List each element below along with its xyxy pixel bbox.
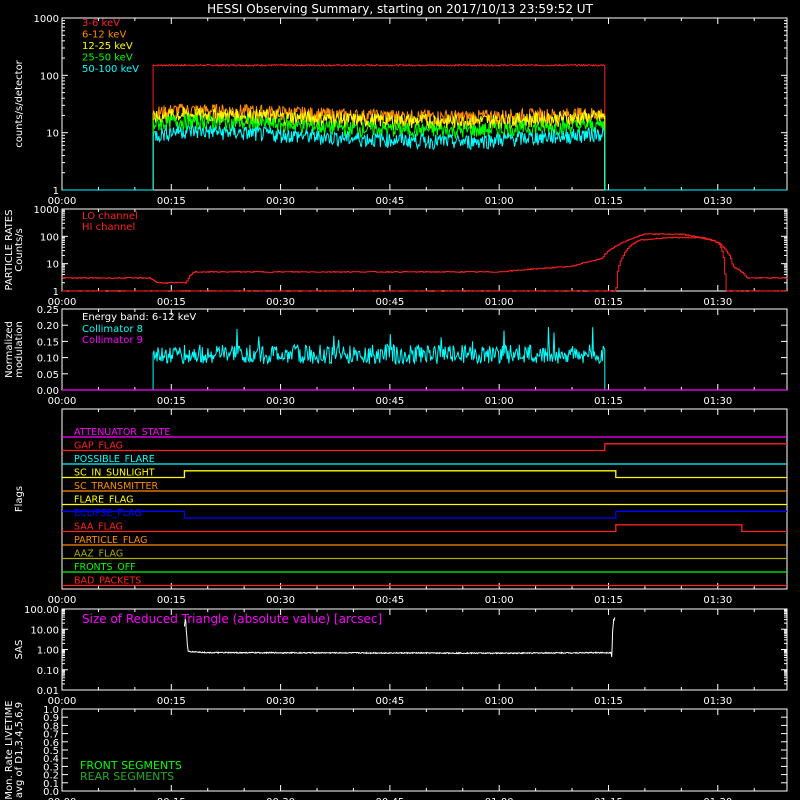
legend-entry: 25-50 keV [82, 53, 133, 64]
x-tick-label: 00:30 [266, 196, 295, 207]
flag-label: AAZ_FLAG [74, 549, 123, 560]
x-tick-label: 01:00 [485, 297, 514, 308]
y-tick-label: 1 [53, 186, 59, 197]
x-tick-label: 00:30 [266, 396, 295, 407]
x-tick-label: 00:15 [157, 696, 186, 707]
flag-label: ECLIPSE_FLAG [74, 508, 142, 519]
x-tick-label: 00:30 [266, 595, 295, 606]
flag-label: SC_TRANSMITTER [74, 481, 159, 492]
x-tick-label: 01:15 [594, 297, 623, 308]
flag-label: ATTENUATOR_STATE [74, 427, 170, 438]
x-tick-label: 01:15 [594, 196, 623, 207]
x-tick-label: 00:45 [375, 196, 404, 207]
y-axis-label: avg of D1,3,4,5,6,9 [14, 702, 25, 798]
y-tick-label: 0.20 [37, 321, 59, 332]
flag-label: SC_IN_SUNLIGHT [74, 468, 155, 479]
x-tick-label: 00:30 [266, 696, 295, 707]
x-tick-label: 00:15 [157, 196, 186, 207]
y-tick-label: 0.01 [37, 686, 59, 697]
y-tick-label: 0.05 [37, 370, 59, 381]
figure-title: HESSI Observing Summary, starting on 201… [207, 2, 593, 16]
legend-entry: 6-12 keV [82, 30, 126, 41]
y-tick-label: 10 [46, 129, 59, 140]
y-tick-label: 10.00 [30, 625, 59, 636]
y-axis-label: SAS [14, 640, 25, 660]
x-tick-label: 01:30 [703, 696, 732, 707]
flag-label: POSSIBLE_FLARE [74, 454, 155, 465]
y-tick-label: 0.00 [37, 386, 59, 397]
x-tick-label: 00:45 [375, 696, 404, 707]
observing-summary-figure: HESSI Observing Summary, starting on 201… [0, 0, 800, 800]
y-tick-label: 100 [40, 232, 59, 243]
legend-entry: 3-6 keV [82, 18, 120, 29]
y-tick-label: 1000 [34, 14, 59, 25]
flag-label: GAP_FLAG [74, 441, 123, 452]
flag-label: PARTICLE_FLAG [74, 535, 147, 546]
x-tick-label: 01:30 [703, 196, 732, 207]
x-tick-label: 01:00 [485, 595, 514, 606]
y-tick-label: 1 [53, 287, 59, 298]
y-axis-label: counts/s/detector [14, 59, 25, 147]
y-tick-label: 0.25 [37, 305, 59, 316]
x-tick-label: 01:30 [703, 297, 732, 308]
x-tick-label: 00:15 [157, 595, 186, 606]
y-axis-label: Flags [14, 486, 25, 512]
flag-label: BAD_PACKETS [74, 576, 141, 587]
x-tick-label: 00:15 [157, 297, 186, 308]
x-tick-label: 00:30 [266, 297, 295, 308]
y-tick-label: 0.10 [37, 666, 59, 677]
legend-entry: Collimator 9 [82, 335, 143, 346]
y-tick-label: 1.00 [37, 646, 59, 657]
legend-entry: Collimator 8 [82, 324, 143, 335]
flag-label: SAA_FLAG [74, 522, 123, 533]
panel-annotation: Energy band: 6-12 keV [82, 312, 196, 323]
x-tick-label: 01:30 [703, 595, 732, 606]
y-axis-label: modulation [14, 321, 25, 378]
y-tick-label: 1.0 [43, 705, 59, 716]
flag-label: FLARE_FLAG [74, 495, 134, 506]
y-tick-label: 1000 [34, 205, 59, 216]
y-tick-label: 0.10 [37, 354, 59, 365]
y-tick-label: 100.00 [24, 605, 59, 616]
x-tick-label: 00:45 [375, 396, 404, 407]
x-tick-label: 01:00 [485, 696, 514, 707]
legend-entry: 12-25 keV [82, 41, 133, 52]
x-tick-label: 01:15 [594, 595, 623, 606]
panel-annotation: Size of Reduced Triangle (absolute value… [82, 612, 382, 626]
legend-entry: REAR SEGMENTS [80, 770, 174, 783]
y-tick-label: 0.15 [37, 337, 59, 348]
x-tick-label: 00:45 [375, 595, 404, 606]
x-tick-label: 01:00 [485, 396, 514, 407]
x-tick-label: 01:15 [594, 396, 623, 407]
y-tick-label: 100 [40, 71, 59, 82]
legend-entry: 50-100 keV [82, 64, 139, 75]
y-axis-label: Counts/s [14, 228, 25, 272]
x-tick-label: 00:00 [48, 396, 77, 407]
x-tick-label: 01:30 [703, 396, 732, 407]
x-tick-label: 00:45 [375, 297, 404, 308]
legend-entry: HI channel [82, 222, 135, 233]
y-tick-label: 10 [46, 260, 59, 271]
x-tick-label: 00:15 [157, 396, 186, 407]
x-tick-label: 01:00 [485, 196, 514, 207]
legend-entry: LO channel [82, 211, 138, 222]
flag-label: FRONTS_OFF [74, 562, 136, 573]
x-tick-label: 01:15 [594, 696, 623, 707]
